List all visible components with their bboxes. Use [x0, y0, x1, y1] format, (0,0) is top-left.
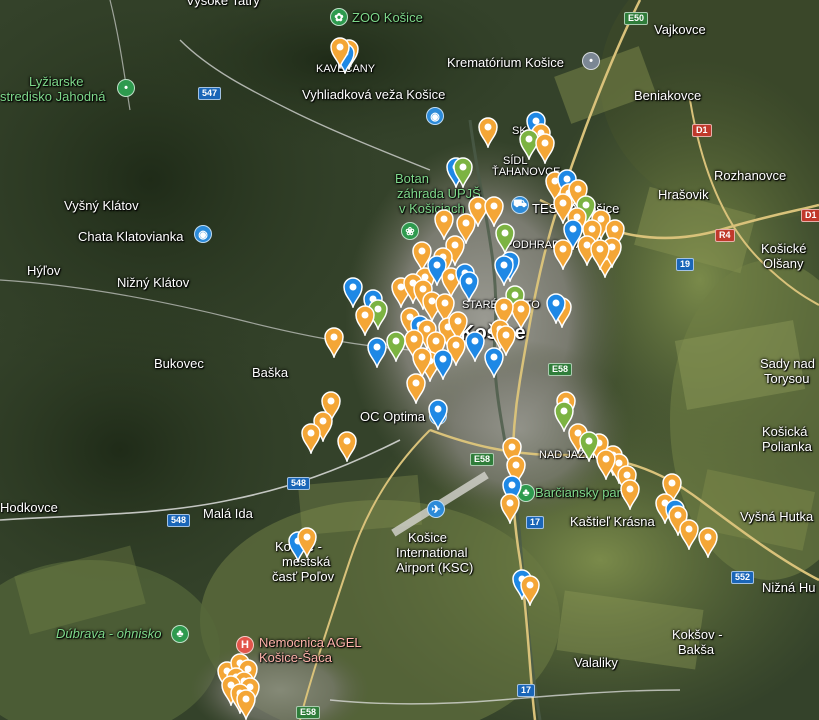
label-kastiel[interactable]: Kaštieľ Krásna [570, 515, 655, 529]
map-marker[interactable] [493, 254, 515, 286]
road-shield-548-b: 548 [167, 514, 191, 527]
label-kosicka-polianka-2[interactable]: Polianka [762, 440, 812, 454]
label-koksov-2[interactable]: Bakša [678, 643, 714, 657]
label-airport-1[interactable]: Košice [408, 531, 447, 545]
label-lyziarske-2[interactable]: stredisko Jahodná [0, 90, 106, 104]
label-dubrava[interactable]: Dúbrava - ohnisko [56, 627, 162, 641]
label-nizna-hutka[interactable]: Nižná Hu [762, 581, 815, 595]
map-marker[interactable] [354, 304, 376, 336]
label-vajkovce[interactable]: Vajkovce [654, 23, 706, 37]
label-vysny-klatov[interactable]: Vyšný Klátov [64, 199, 139, 213]
label-lyziarske[interactable]: Lyžiarske [29, 75, 83, 89]
label-kosicke-olsany-1[interactable]: Košické [761, 242, 807, 256]
map-marker[interactable] [405, 372, 427, 404]
label-barciansky[interactable]: Barčiansky park [535, 486, 627, 500]
road-shield-d1-b: D1 [801, 209, 819, 222]
camera-icon-vyhliadkova[interactable]: ◉ [426, 107, 444, 125]
label-nizny-klatov[interactable]: Nižný Klátov [117, 276, 189, 290]
map-marker[interactable] [235, 688, 257, 720]
map-marker[interactable] [619, 478, 641, 510]
label-vyhliadkova[interactable]: Vyhliadková veža Košice [302, 88, 445, 102]
shopping-cart-icon[interactable]: ⛟ [511, 196, 529, 214]
label-vysoke-tatry[interactable]: Vysoké Tatry [186, 0, 260, 8]
label-sady-1[interactable]: Sady nad [760, 357, 815, 371]
road-shield-e50: E50 [624, 12, 649, 25]
label-kosicke-olsany-2[interactable]: Olšany [763, 257, 803, 271]
road-shield-e58-b: E58 [470, 453, 495, 466]
road-shield-17-b: 17 [517, 684, 536, 697]
map-marker[interactable] [336, 430, 358, 462]
map-marker[interactable] [329, 36, 351, 68]
map-marker[interactable] [519, 574, 541, 606]
camera-icon-chata[interactable]: ◉ [194, 225, 212, 243]
label-sady-2[interactable]: Torysou [764, 372, 810, 386]
road-shield-552: 552 [731, 571, 755, 584]
map-marker[interactable] [499, 492, 521, 524]
label-valaliky[interactable]: Valaliky [574, 656, 618, 670]
road-shield-d1-a: D1 [692, 124, 712, 137]
road-shield-e58-c: E58 [296, 706, 321, 719]
label-zoo[interactable]: ZOO Košice [352, 11, 423, 25]
label-bukovec[interactable]: Bukovec [154, 357, 204, 371]
map-marker[interactable] [296, 526, 318, 558]
road-shield-r4: R4 [715, 229, 735, 242]
map-marker[interactable] [323, 326, 345, 358]
label-krematorium[interactable]: Krematórium Košice [447, 56, 564, 70]
map-marker[interactable] [545, 292, 567, 324]
satellite-imagery [0, 0, 819, 720]
map-marker[interactable] [697, 526, 719, 558]
map-marker[interactable] [432, 348, 454, 380]
map-marker[interactable] [427, 398, 449, 430]
map-marker[interactable] [300, 422, 322, 454]
label-chata-klatovianka[interactable]: Chata Klatovianka [78, 230, 184, 244]
label-polov-3[interactable]: časť Poľov [272, 570, 334, 584]
label-beniakovce[interactable]: Beniakovce [634, 89, 701, 103]
map-marker[interactable] [477, 116, 499, 148]
label-nemocnica-2[interactable]: Košice-Šaca [259, 651, 332, 665]
label-mala-ida[interactable]: Malá Ida [203, 507, 253, 521]
label-rozhanovce[interactable]: Rozhanovce [714, 169, 786, 183]
label-hylov[interactable]: Hýľov [27, 264, 60, 278]
label-hodkovce[interactable]: Hodkovce [0, 501, 58, 515]
map-marker[interactable] [483, 346, 505, 378]
label-airport-2[interactable]: International [396, 546, 468, 560]
label-oc-optima[interactable]: OC Optima [360, 410, 425, 424]
label-koksov-1[interactable]: Kokšov - [672, 628, 723, 642]
tree-icon-dubrava[interactable]: ♣ [171, 625, 189, 643]
label-airport-3[interactable]: Airport (KSC) [396, 561, 473, 575]
road-shield-548-a: 548 [287, 477, 311, 490]
satellite-map[interactable]: Vysoké Tatry ZOO Košice KAVEČANY Kremató… [0, 0, 819, 720]
road-shield-19: 19 [676, 258, 695, 271]
pin-icon-krematorium[interactable]: • [582, 52, 600, 70]
map-marker[interactable] [552, 238, 574, 270]
airplane-icon[interactable]: ✈ [427, 500, 445, 518]
label-botanicka-1[interactable]: Botan [395, 172, 429, 186]
map-marker[interactable] [458, 270, 480, 302]
road-shield-547: 547 [198, 87, 222, 100]
paw-icon[interactable]: ✿ [330, 8, 348, 26]
flower-icon[interactable]: ❀ [401, 222, 419, 240]
map-marker[interactable] [595, 448, 617, 480]
map-marker[interactable] [534, 132, 556, 164]
road-shield-17-a: 17 [526, 516, 545, 529]
road-shield-e58-a: E58 [548, 363, 573, 376]
map-marker[interactable] [589, 238, 611, 270]
map-marker[interactable] [452, 156, 474, 188]
label-baska[interactable]: Baška [252, 366, 288, 380]
label-nemocnica-1[interactable]: Nemocnica AGEL [259, 636, 362, 650]
label-hrasovik[interactable]: Hrašovik [658, 188, 709, 202]
pin-icon-lyziarske[interactable]: • [117, 79, 135, 97]
label-kosicka-polianka-1[interactable]: Košická [762, 425, 808, 439]
label-vysna-hutka[interactable]: Vyšná Hutka [740, 510, 813, 524]
